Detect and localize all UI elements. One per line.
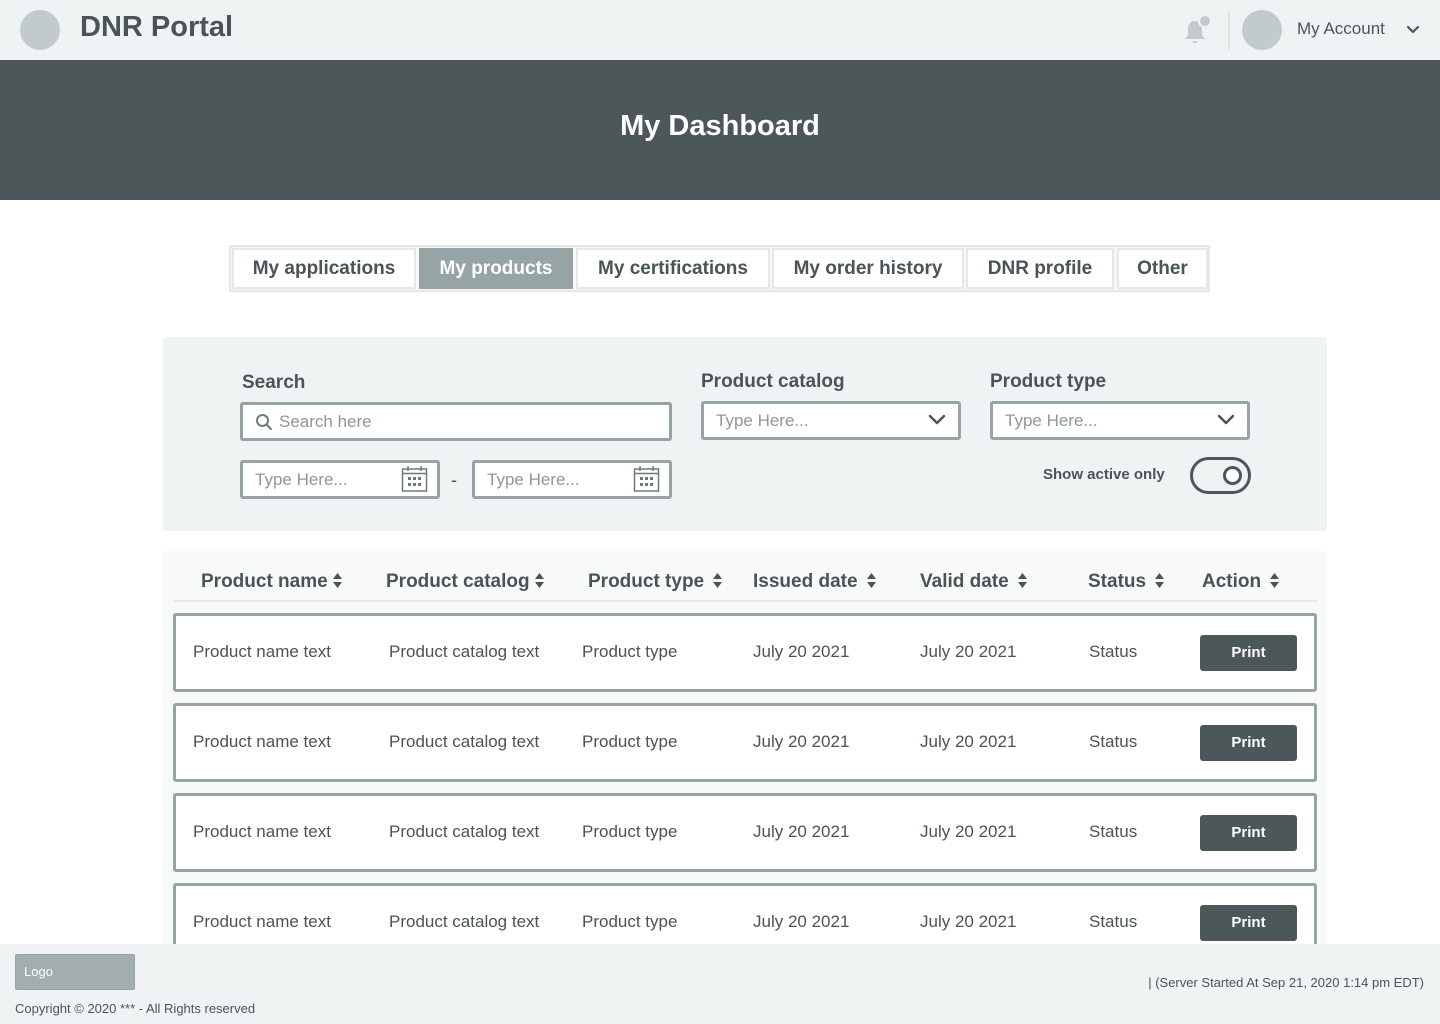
cell-valid-date: July 20 2021 [920, 732, 1017, 751]
sort-icon[interactable] [712, 572, 723, 589]
product-catalog-label: Product catalog [701, 371, 845, 392]
column-header-label: Product catalog [386, 571, 530, 592]
toggle-knob [1223, 466, 1242, 485]
column-header-status[interactable]: Status [1088, 571, 1165, 593]
hero-banner: My Dashboard [0, 60, 1440, 200]
column-header-product-catalog[interactable]: Product catalog [386, 571, 545, 593]
sort-icon[interactable] [1017, 572, 1028, 589]
server-start-note: | (Server Started At Sep 21, 2020 1:14 p… [1148, 975, 1424, 990]
product-catalog-select[interactable] [701, 401, 961, 440]
product-catalog-input[interactable] [716, 404, 916, 437]
column-header-label: Valid date [920, 571, 1009, 592]
cell-product-type: Product type [582, 642, 678, 661]
chevron-down-icon[interactable] [1405, 22, 1421, 38]
sort-icon[interactable] [866, 572, 877, 589]
product-type-label: Product type [990, 371, 1107, 392]
cell-valid-date: July 20 2021 [920, 642, 1017, 661]
copyright-text: Copyright © 2020 *** - All Rights reserv… [15, 1001, 256, 1016]
tab-my-applications[interactable]: My applications [232, 248, 416, 289]
table-row: Product name text Product catalog text P… [173, 613, 1317, 692]
column-header-product-name[interactable]: Product name [201, 571, 343, 593]
cell-status: Status [1089, 732, 1138, 751]
cell-valid-date: July 20 2021 [920, 912, 1017, 931]
search-input[interactable] [279, 405, 659, 438]
column-header-issued-date[interactable]: Issued date [753, 571, 877, 593]
dashboard-tabs: My applications My products My certifica… [229, 245, 1210, 292]
column-header-label: Product name [201, 571, 328, 592]
print-button[interactable]: Print [1200, 725, 1297, 761]
column-header-action[interactable]: Action [1202, 571, 1280, 593]
cell-product-name: Product name text [193, 912, 331, 931]
cell-issued-date: July 20 2021 [753, 822, 850, 841]
calendar-icon[interactable] [401, 465, 428, 493]
sort-icon[interactable] [332, 572, 343, 589]
show-active-only-label: Show active only [1043, 466, 1165, 483]
cell-issued-date: July 20 2021 [753, 912, 850, 931]
cell-status: Status [1089, 822, 1138, 841]
product-type-select[interactable] [990, 401, 1250, 440]
print-button[interactable]: Print [1200, 635, 1297, 671]
top-navbar: DNR Portal My Account [0, 0, 1440, 60]
brand-logo-avatar[interactable] [20, 10, 60, 50]
cell-product-catalog: Product catalog text [389, 822, 540, 841]
navbar-divider [1228, 10, 1230, 50]
search-field[interactable] [240, 402, 672, 441]
column-header-product-type[interactable]: Product type [588, 571, 723, 593]
chevron-down-icon[interactable] [1217, 413, 1235, 427]
footer: Logo | (Server Started At Sep 21, 2020 1… [0, 944, 1440, 1024]
bell-icon[interactable] [1180, 14, 1214, 46]
tab-dnr-profile[interactable]: DNR profile [966, 248, 1114, 289]
date-to-field[interactable] [472, 460, 672, 499]
page-title: My Dashboard [620, 110, 820, 142]
calendar-icon[interactable] [633, 465, 660, 493]
column-header-valid-date[interactable]: Valid date [920, 571, 1028, 593]
column-header-label: Product type [588, 571, 705, 592]
tab-other[interactable]: Other [1117, 248, 1208, 289]
column-header-label: Issued date [753, 571, 858, 592]
cell-status: Status [1089, 912, 1138, 931]
search-label: Search [242, 372, 306, 393]
table-row: Product name text Product catalog text P… [173, 703, 1317, 782]
avatar[interactable] [1242, 10, 1282, 50]
date-from-field[interactable] [240, 460, 440, 499]
cell-product-name: Product name text [193, 822, 331, 841]
product-type-input[interactable] [1005, 404, 1205, 437]
date-range-separator: - [451, 470, 457, 490]
cell-product-catalog: Product catalog text [389, 642, 540, 661]
account-menu-label[interactable]: My Account [1297, 19, 1385, 39]
app-title[interactable]: DNR Portal [80, 11, 233, 44]
print-button[interactable]: Print [1200, 905, 1297, 941]
print-button[interactable]: Print [1200, 815, 1297, 851]
table-row: Product name text Product catalog text P… [173, 793, 1317, 872]
cell-product-catalog: Product catalog text [389, 912, 540, 931]
cell-valid-date: July 20 2021 [920, 822, 1017, 841]
tab-my-order-history[interactable]: My order history [772, 248, 964, 289]
cell-product-type: Product type [582, 822, 678, 841]
show-active-only-toggle[interactable] [1190, 457, 1251, 494]
cell-product-name: Product name text [193, 732, 331, 751]
tab-my-certifications[interactable]: My certifications [576, 248, 770, 289]
date-to-input[interactable] [487, 463, 627, 496]
column-header-label: Action [1202, 571, 1262, 592]
cell-product-type: Product type [582, 912, 678, 931]
search-icon [256, 414, 272, 430]
cell-issued-date: July 20 2021 [753, 642, 850, 661]
cell-status: Status [1089, 642, 1138, 661]
column-header-label: Status [1088, 571, 1147, 592]
cell-issued-date: July 20 2021 [753, 732, 850, 751]
date-from-input[interactable] [255, 463, 395, 496]
cell-product-name: Product name text [193, 642, 331, 661]
table-header-divider [173, 600, 1317, 602]
sort-icon[interactable] [1269, 572, 1280, 589]
chevron-down-icon[interactable] [928, 413, 946, 427]
sort-icon[interactable] [534, 572, 545, 589]
tab-my-products[interactable]: My products [419, 248, 573, 289]
cell-product-catalog: Product catalog text [389, 732, 540, 751]
footer-logo[interactable]: Logo [15, 954, 135, 990]
cell-product-type: Product type [582, 732, 678, 751]
sort-icon[interactable] [1154, 572, 1165, 589]
